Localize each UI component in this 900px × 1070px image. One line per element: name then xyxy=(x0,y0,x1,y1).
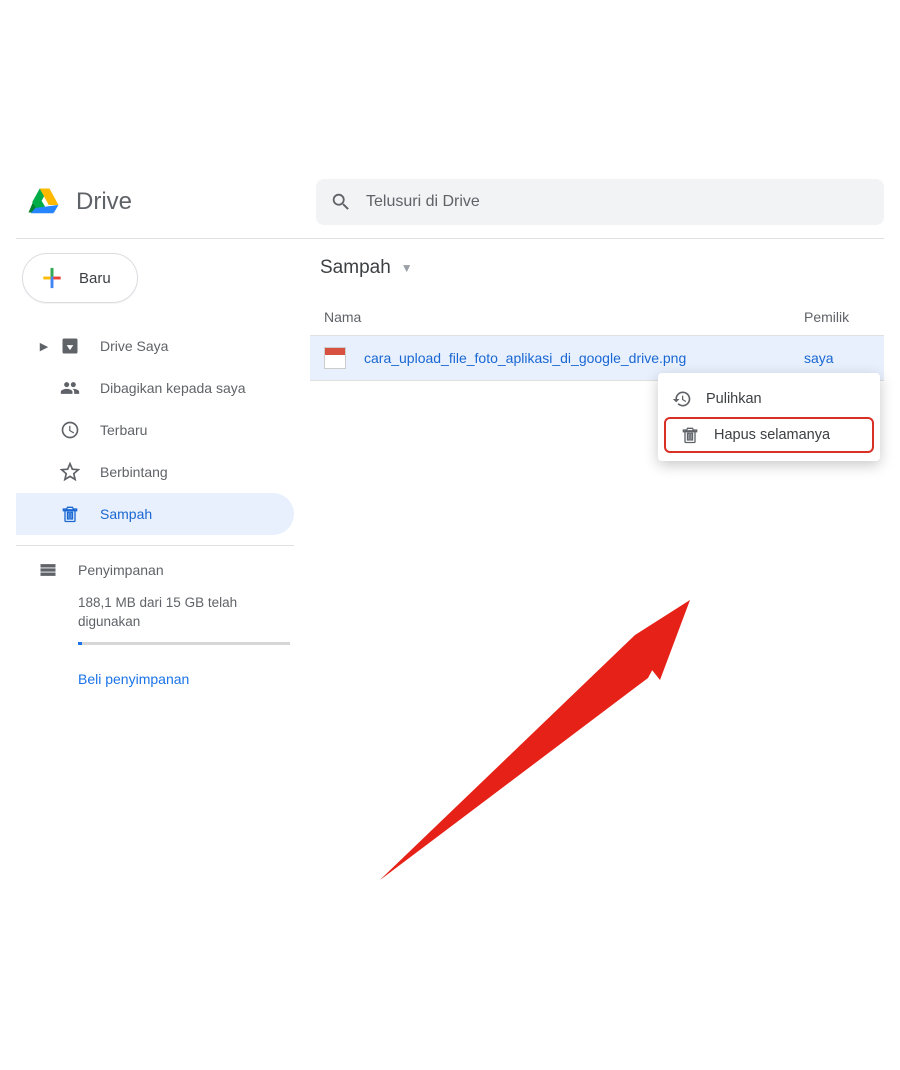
drive-logo-icon xyxy=(28,187,62,217)
app-header: Drive Telusuri di Drive xyxy=(0,170,900,234)
storage-bar-fill xyxy=(78,642,82,645)
app-title: Drive xyxy=(76,188,132,216)
sidebar-item-my-drive[interactable]: ▶ Drive Saya xyxy=(16,325,294,367)
context-menu-delete-forever[interactable]: Hapus selamanya xyxy=(664,417,874,453)
sidebar-item-shared[interactable]: Dibagikan kepada saya xyxy=(16,367,294,409)
caret-right-icon: ▶ xyxy=(36,340,52,353)
table-header: Nama Pemilik xyxy=(310,299,884,336)
new-button-label: Baru xyxy=(79,270,111,287)
sidebar-item-trash[interactable]: Sampah xyxy=(16,493,294,535)
storage-section: Penyimpanan 188,1 MB dari 15 GB telah di… xyxy=(16,560,310,687)
sidebar-item-label: Sampah xyxy=(100,506,152,522)
context-menu: Pulihkan Hapus selamanya xyxy=(658,373,880,461)
search-icon xyxy=(330,191,352,213)
sidebar-item-label: Berbintang xyxy=(100,464,168,480)
logo-area[interactable]: Drive xyxy=(16,187,316,217)
storage-bar xyxy=(78,642,290,645)
sidebar-item-label: Dibagikan kepada saya xyxy=(100,380,246,396)
sidebar-item-label: Drive Saya xyxy=(100,338,168,354)
clock-icon xyxy=(60,420,80,440)
storage-usage-text: 188,1 MB dari 15 GB telah digunakan xyxy=(78,594,290,632)
context-menu-restore-label: Pulihkan xyxy=(706,391,762,407)
storage-label: Penyimpanan xyxy=(78,562,164,578)
storage-row[interactable]: Penyimpanan xyxy=(36,560,310,580)
file-owner: saya xyxy=(804,350,884,366)
dropdown-caret-icon: ▼ xyxy=(401,261,413,275)
context-menu-restore[interactable]: Pulihkan xyxy=(658,381,880,417)
sidebar-item-starred[interactable]: Berbintang xyxy=(16,451,294,493)
search-input[interactable]: Telusuri di Drive xyxy=(366,193,480,211)
buy-storage-link[interactable]: Beli penyimpanan xyxy=(78,671,310,687)
file-thumbnail-icon xyxy=(324,347,346,369)
column-header-name[interactable]: Nama xyxy=(324,309,804,325)
star-icon xyxy=(60,462,80,482)
search-bar[interactable]: Telusuri di Drive xyxy=(316,179,884,225)
file-name: cara_upload_file_foto_aplikasi_di_google… xyxy=(364,350,804,366)
sidebar-divider xyxy=(16,545,294,546)
new-button[interactable]: Baru xyxy=(22,253,138,303)
sidebar-item-label: Terbaru xyxy=(100,422,147,438)
shared-icon xyxy=(60,378,80,398)
trash-icon xyxy=(60,504,80,524)
my-drive-icon xyxy=(60,336,80,356)
restore-icon xyxy=(672,389,692,409)
sidebar-item-recent[interactable]: Terbaru xyxy=(16,409,294,451)
delete-forever-icon xyxy=(680,425,700,445)
plus-icon xyxy=(39,265,65,291)
page-title-row[interactable]: Sampah ▼ xyxy=(310,257,884,279)
context-menu-delete-forever-label: Hapus selamanya xyxy=(714,427,830,443)
main-content: Sampah ▼ Nama Pemilik cara_upload_file_f… xyxy=(310,239,884,687)
page-title: Sampah xyxy=(320,257,391,279)
storage-icon xyxy=(38,560,58,580)
sidebar: Baru ▶ Drive Saya Dibagikan kepada saya … xyxy=(16,239,310,687)
column-header-owner[interactable]: Pemilik xyxy=(804,309,884,325)
